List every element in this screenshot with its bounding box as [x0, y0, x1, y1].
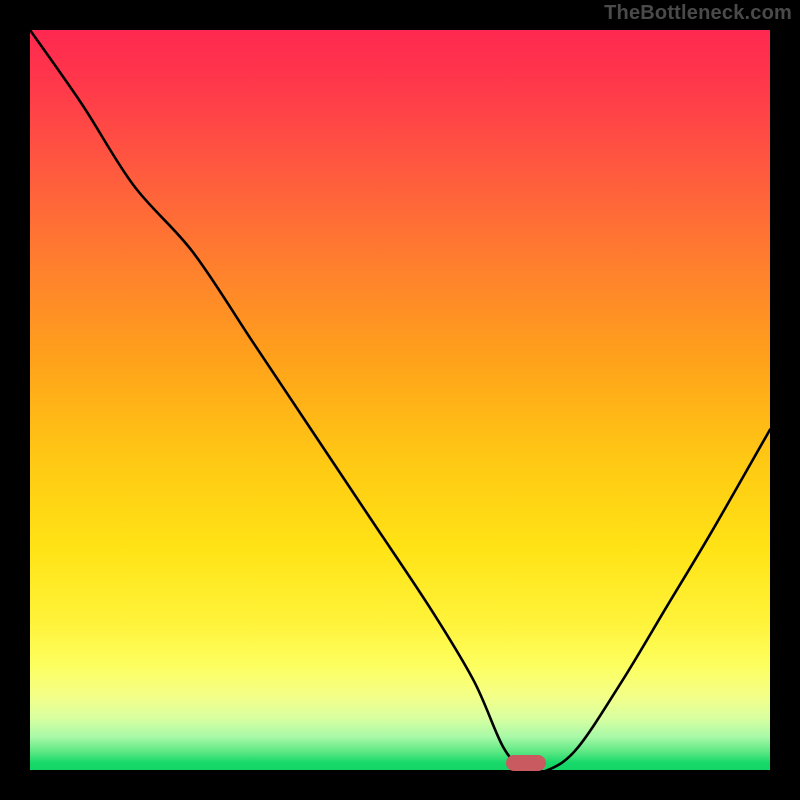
plot-area: [30, 30, 770, 770]
chart-container: TheBottleneck.com: [0, 0, 800, 800]
bottleneck-curve: [30, 30, 770, 770]
curve-path: [30, 30, 770, 770]
optimal-marker: [506, 755, 546, 771]
watermark-text: TheBottleneck.com: [604, 2, 792, 25]
